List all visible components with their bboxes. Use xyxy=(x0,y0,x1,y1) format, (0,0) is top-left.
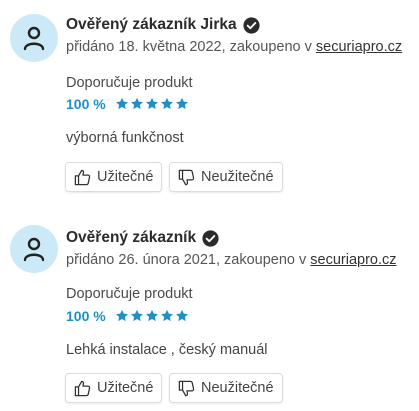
star-icon xyxy=(175,97,188,110)
review-date: přidáno 18. května 2022, zakoupeno v xyxy=(66,39,316,55)
star-icon xyxy=(130,309,143,322)
review-meta: přidáno 18. května 2022, zakoupeno v sec… xyxy=(66,39,402,55)
helpful-label: Užitečné xyxy=(97,169,154,185)
helpful-label: Užitečné xyxy=(97,380,154,396)
review-comment: výborná funkčnost xyxy=(66,130,184,146)
rating: 100 % xyxy=(66,96,189,112)
star-icon xyxy=(160,309,173,322)
rating: 100 % xyxy=(66,308,189,324)
review-item: Ověřený zákazník Jirka přidáno 18. květn… xyxy=(0,0,419,205)
star-icon xyxy=(160,97,173,110)
shop-link[interactable]: securiapro.cz xyxy=(316,39,402,55)
recommend-label: Doporučuje produkt xyxy=(66,286,193,302)
star-icon xyxy=(145,309,158,322)
unhelpful-label: Neužitečné xyxy=(201,169,274,185)
thumbs-down-icon xyxy=(178,380,195,396)
shop-link[interactable]: securiapro.cz xyxy=(310,252,396,268)
star-rating xyxy=(115,309,189,323)
star-icon xyxy=(115,309,128,322)
review-comment: Lehká instalace , český manuál xyxy=(66,342,268,358)
unhelpful-label: Neužitečné xyxy=(201,380,274,396)
rating-percent: 100 % xyxy=(66,308,106,324)
unhelpful-button[interactable]: Neužitečné xyxy=(169,162,283,192)
thumbs-up-icon xyxy=(74,169,91,185)
author-name: Ověřený zákazník xyxy=(66,229,197,246)
thumbs-up-icon xyxy=(74,380,91,396)
star-icon xyxy=(130,97,143,110)
avatar xyxy=(10,225,58,273)
star-icon xyxy=(145,97,158,110)
rating-percent: 100 % xyxy=(66,96,106,112)
user-icon xyxy=(23,26,45,51)
check-circle-icon xyxy=(202,229,219,247)
helpful-button[interactable]: Užitečné xyxy=(65,162,163,192)
star-rating xyxy=(115,97,189,111)
author-name: Ověřený zákazník Jirka xyxy=(66,16,237,33)
review-item: Ověřený zákazník přidáno 26. února 2021,… xyxy=(0,205,419,411)
star-icon xyxy=(175,309,188,322)
user-icon xyxy=(23,237,45,262)
unhelpful-button[interactable]: Neužitečné xyxy=(169,373,283,403)
thumbs-down-icon xyxy=(178,169,195,185)
review-meta: přidáno 26. února 2021, zakoupeno v secu… xyxy=(66,252,397,268)
avatar xyxy=(10,14,58,62)
helpful-button[interactable]: Užitečné xyxy=(65,373,163,403)
check-circle-icon xyxy=(243,16,260,34)
review-date: přidáno 26. února 2021, zakoupeno v xyxy=(66,252,311,268)
recommend-label: Doporučuje produkt xyxy=(66,75,193,91)
star-icon xyxy=(115,97,128,110)
